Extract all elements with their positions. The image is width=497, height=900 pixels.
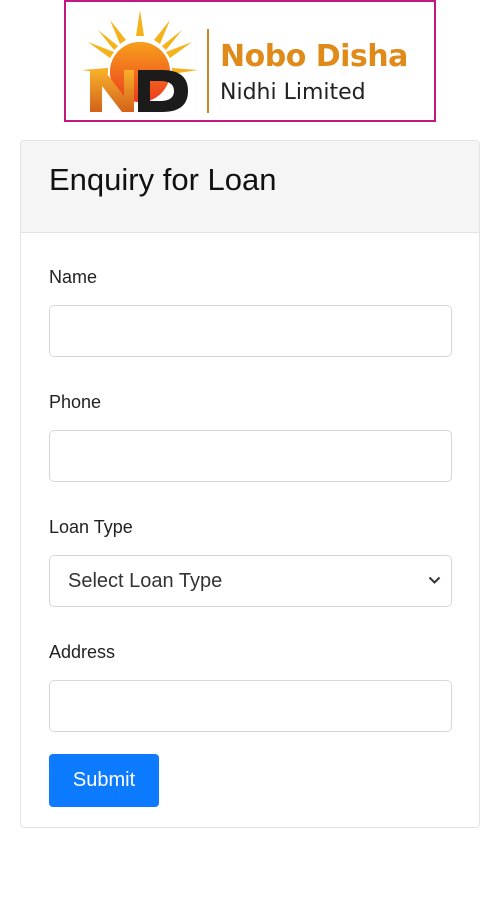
form-title: Enquiry for Loan <box>49 162 277 197</box>
card-header: Enquiry for Loan <box>21 141 479 233</box>
name-input[interactable] <box>49 305 452 357</box>
chevron-down-icon <box>428 576 441 584</box>
address-input[interactable] <box>49 680 452 732</box>
phone-input[interactable] <box>49 430 452 482</box>
loan-type-label: Loan Type <box>49 517 133 537</box>
name-field-group: Name <box>49 267 452 357</box>
loan-type-select[interactable]: Select Loan Type <box>49 555 452 607</box>
logo-brand-name: Nobo Disha <box>220 39 408 74</box>
address-field-group: Address <box>49 642 452 732</box>
loan-type-selected-value: Select Loan Type <box>68 569 223 592</box>
brand-logo: Nobo Disha Nidhi Limited <box>64 0 436 122</box>
nobo-disha-logo-mark-icon <box>82 10 198 112</box>
phone-label: Phone <box>49 392 102 412</box>
submit-button[interactable]: Submit <box>49 754 159 807</box>
phone-field-group: Phone <box>49 392 452 482</box>
enquiry-page: Nobo Disha Nidhi Limited Enquiry for Loa… <box>0 0 497 900</box>
logo-divider <box>207 29 209 113</box>
address-label: Address <box>49 642 116 662</box>
loan-type-field-group: Loan Type Select Loan Type <box>49 517 452 607</box>
enquiry-form: Name Phone Loan Type Select Loan Type Ad… <box>21 233 479 807</box>
loan-enquiry-card: Enquiry for Loan Name Phone Loan Type Se… <box>20 140 480 828</box>
logo-brand-subtitle: Nidhi Limited <box>220 80 366 105</box>
name-label: Name <box>49 267 98 287</box>
